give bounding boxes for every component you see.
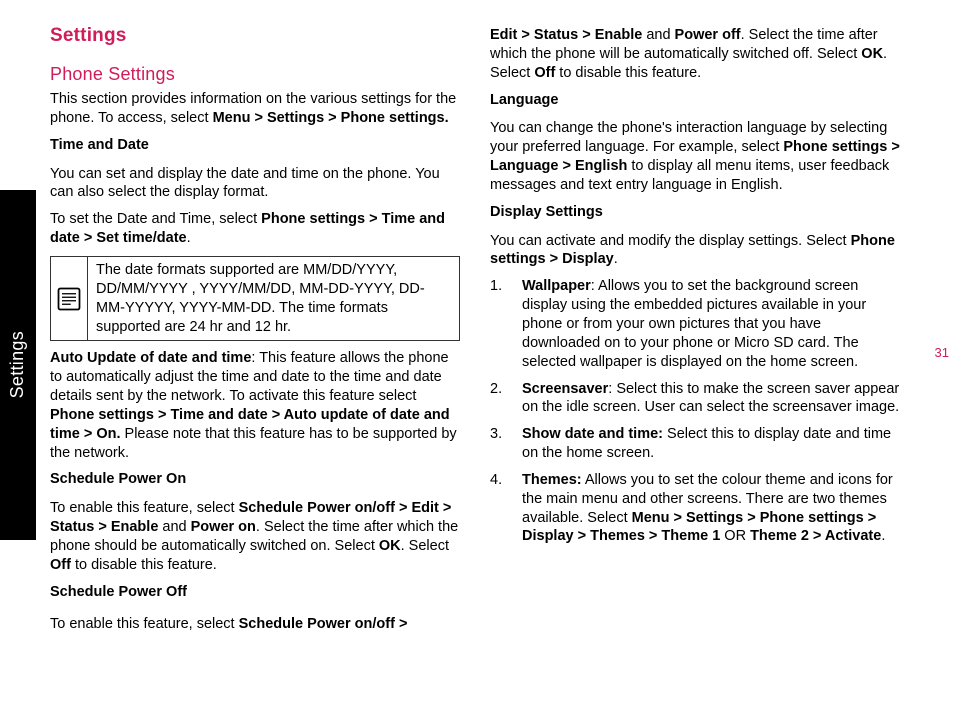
language-paragraph: You can change the phone's interaction l… — [490, 119, 900, 194]
sch-off-b1: Schedule Power on/off > — [239, 616, 408, 632]
schedule-on-paragraph: To enable this feature, select Schedule … — [50, 499, 460, 574]
auto-update-paragraph: Auto Update of date and time: This featu… — [50, 349, 460, 462]
heading-phone-settings: Phone Settings — [50, 63, 460, 86]
cont-b2: Power off — [675, 27, 741, 43]
cont-b4: Off — [534, 65, 555, 81]
note-icon-cell — [51, 257, 88, 340]
heading-schedule-power-on: Schedule Power On — [50, 470, 460, 489]
heading-settings: Settings — [50, 24, 460, 49]
time-date-p2-text: To set the Date and Time, select — [50, 211, 261, 227]
cont-t1: and — [642, 27, 674, 43]
li4-b2: Theme 2 > Activate — [750, 528, 881, 544]
auto-update-label: Auto Update of date and time — [50, 350, 251, 366]
li3-label: Show date and time: — [522, 426, 663, 442]
sch-on-t1: To enable this feature, select — [50, 500, 239, 516]
list-item-wallpaper: Wallpaper: Allows you to set the backgro… — [490, 277, 900, 371]
note-text: The date formats supported are MM/DD/YYY… — [88, 257, 459, 340]
list-item-show-date-time: Show date and time: Select this to displ… — [490, 425, 900, 463]
cont-b3: OK — [861, 46, 883, 62]
sidebar-label: Settings — [6, 331, 29, 398]
sch-on-t2: and — [158, 519, 190, 535]
page-content: Settings Phone Settings This section pro… — [50, 24, 900, 642]
time-date-p2: To set the Date and Time, select Phone s… — [50, 210, 460, 248]
intro-path: Menu > Settings > Phone settings. — [213, 110, 449, 126]
note-icon — [55, 285, 83, 313]
list-item-screensaver: Screensaver: Select this to make the scr… — [490, 380, 900, 418]
intro-paragraph: This section provides information on the… — [50, 90, 460, 128]
sch-on-t4: . Select — [401, 538, 449, 554]
page-number: 31 — [935, 345, 949, 362]
display-intro: You can activate and modify the display … — [490, 232, 900, 270]
sch-on-b3: OK — [379, 538, 401, 554]
column-right: Edit > Status > Enable and Power off. Se… — [490, 24, 900, 642]
sch-on-b4: Off — [50, 557, 71, 573]
li2-label: Screensaver — [522, 381, 608, 397]
list-item-themes: Themes: Allows you to set the colour the… — [490, 471, 900, 546]
li4-label: Themes: — [522, 472, 582, 488]
cont-t4: to disable this feature. — [555, 65, 701, 81]
heading-language: Language — [490, 91, 900, 110]
column-left: Settings Phone Settings This section pro… — [50, 24, 460, 642]
sch-off-t1: To enable this feature, select — [50, 616, 239, 632]
li4-t2: OR — [720, 528, 750, 544]
schedule-off-continued: Edit > Status > Enable and Power off. Se… — [490, 26, 900, 83]
display-settings-list: Wallpaper: Allows you to set the backgro… — [490, 277, 900, 546]
sch-on-b2: Power on — [191, 519, 256, 535]
li4-t3: . — [881, 528, 885, 544]
cont-b1: Edit > Status > Enable — [490, 27, 642, 43]
heading-display-settings: Display Settings — [490, 203, 900, 222]
time-date-p1: You can set and display the date and tim… — [50, 165, 460, 203]
heading-schedule-power-off: Schedule Power Off — [50, 583, 460, 602]
note-box: The date formats supported are MM/DD/YYY… — [50, 256, 460, 341]
sch-on-t5: to disable this feature. — [71, 557, 217, 573]
disp-t2: . — [614, 251, 618, 267]
time-date-p2-end: . — [187, 230, 191, 246]
heading-time-and-date: Time and Date — [50, 136, 460, 155]
sidebar-tab: Settings — [0, 190, 36, 540]
li1-label: Wallpaper — [522, 278, 591, 294]
schedule-off-paragraph: To enable this feature, select Schedule … — [50, 615, 460, 634]
disp-t1: You can activate and modify the display … — [490, 233, 851, 249]
